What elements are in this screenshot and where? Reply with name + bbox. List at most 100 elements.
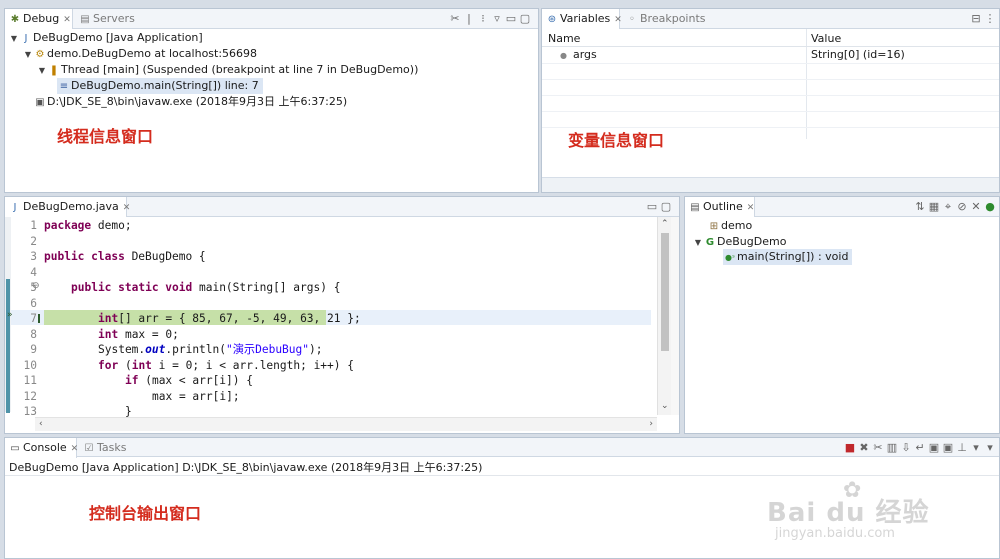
tree-item-stack-frame[interactable]: ≡ DeBugDemo.main(String[]) line: 7 [57,78,263,94]
debug-toolbar: ✂ | ⁝ ▿ ▭ ▢ [448,9,532,29]
scroll-lock-icon[interactable]: ⇩ [899,438,913,457]
tab-servers-label: Servers [93,12,135,25]
scroll-down-icon[interactable]: ⌄ [661,401,669,411]
variable-row-name[interactable]: ● args [560,47,597,64]
details-pane-divider[interactable] [542,177,999,192]
public-filter-icon[interactable]: ● [983,197,997,216]
variables-toolbar: ⊟ ⋮ [969,9,997,29]
close-icon[interactable]: ✕ [71,444,79,454]
code-line: 5 public static void main(String[] args) … [30,281,341,294]
tree-item-label: D:\JDK_SE_8\bin\javaw.exe (2018年9月3日 上午6… [47,95,348,108]
tab-variables[interactable]: ⊛ Variables ✕ [542,9,622,29]
view-menu-separator-icon: | [467,12,471,25]
code-area[interactable]: » ⊖ 1 package demo; 2 3 public class DeBug… [7,217,679,418]
scroll-left-icon[interactable]: ‹ [39,419,43,429]
remove-all-terminated-icon[interactable]: ✂ [871,438,885,457]
close-icon[interactable]: ✕ [123,203,131,213]
editor-horizontal-scrollbar[interactable]: ‹ › [35,417,657,431]
maximize-icon[interactable]: ▢ [518,9,532,28]
view-menu-icon[interactable]: ▿ [490,9,504,28]
display-console-icon[interactable]: ▾ [969,438,983,457]
column-header-name[interactable]: Name [548,31,580,47]
java-application-icon: J [24,33,28,44]
tab-debug-label: Debug [23,12,60,25]
tree-item-process[interactable]: ▣ D:\JDK_SE_8\bin\javaw.exe (2018年9月3日 上午… [23,94,347,110]
tab-outline[interactable]: ▤ Outline ✕ [685,197,755,217]
hide-fields-icon[interactable]: ▦ [927,197,941,216]
tab-breakpoints[interactable]: ◦ Breakpoints [622,9,712,29]
close-icon[interactable]: ✕ [63,15,71,25]
scrollbar-thumb[interactable] [661,233,669,351]
chevron-down-icon[interactable]: ▼ [9,31,19,47]
tree-item-launch[interactable]: ▼ J DeBugDemo [Java Application] [9,30,203,46]
hide-static-icon[interactable]: ⌖ [941,197,955,216]
editor-tab-label: DeBugDemo.java [23,200,119,213]
hide-nonpublic-icon[interactable]: ⊘ [955,197,969,216]
show-on-stderr-icon[interactable]: ▣ [941,438,955,457]
view-menu-icon[interactable]: ⋮ [983,9,997,28]
baidu-watermark: ✿ Bai du 经验 jingyan.baidu.com [767,476,967,546]
remove-launches-icon[interactable]: ✂ [448,9,462,28]
maximize-icon[interactable]: ▢ [659,197,673,216]
scroll-up-icon[interactable]: ⌃ [661,219,669,229]
remove-launch-icon[interactable]: ✖ [857,438,871,457]
debug-options-icon[interactable]: ⁝ [476,9,490,28]
tab-servers[interactable]: ▤ Servers [75,9,145,29]
tab-console[interactable]: ▭ Console ✕ [5,438,79,458]
tab-breakpoints-label: Breakpoints [640,12,706,25]
java-editor: J DeBugDemo.java ✕ ▭ ▢ » ⊖ 1 package demo; 2… [4,196,680,434]
code-line: 1 package demo; [30,219,132,232]
bug-icon: ✱ [10,14,20,25]
tab-console-label: Console [23,441,67,454]
tab-editor-file[interactable]: J DeBugDemo.java ✕ [5,197,130,217]
terminate-icon[interactable]: ■ [843,438,857,457]
local-variable-icon: ● [560,51,567,60]
code-line-current: 7 int[] arr = { 85, 67, -5, 49, 63, 21 }; [30,312,361,325]
close-icon[interactable]: ✕ [614,15,622,25]
column-header-value[interactable]: Value [811,31,841,47]
editor-tabbar: J DeBugDemo.java ✕ ▭ ▢ [5,197,679,217]
console-icon: ▭ [10,443,20,454]
word-wrap-icon[interactable]: ↵ [913,438,927,457]
minimize-icon[interactable]: ▭ [504,9,518,28]
outline-item-method[interactable]: ●ˢ main(String[]) : void [723,249,853,265]
outline-item-package[interactable]: ⊞ demo [707,218,752,234]
outline-item-class[interactable]: ▼ G DeBugDemo [693,234,787,251]
chevron-down-icon[interactable]: ▼ [37,63,47,79]
new-console-icon[interactable]: ▾ [983,438,997,457]
tree-item-target[interactable]: ▼ ⚙ demo.DeBugDemo at localhost:56698 [23,46,257,62]
pin-console-icon[interactable]: ⊥ [955,438,969,457]
scroll-right-icon[interactable]: › [649,419,653,429]
tab-tasks[interactable]: ☑ Tasks [79,438,139,458]
console-tabbar: ▭ Console ✕ ☑ Tasks ■ ✖ ✂ ▥ ⇩ ↵ ▣ ▣ ⊥ ▾ ▾ [5,438,999,458]
tree-item-thread[interactable]: ▼ ❚ Thread [main] (Suspended (breakpoint a… [37,62,418,78]
code-line: 3 public class DeBugDemo { [30,250,206,263]
tree-item-label: demo.DeBugDemo at localhost:56698 [47,47,258,60]
java-file-icon: J [13,202,17,213]
close-icon[interactable]: ✕ [747,203,755,213]
watermark-url: jingyan.baidu.com [775,526,895,541]
stack-frame-icon: ≡ [59,81,69,92]
collapse-all-icon[interactable]: ⊟ [969,9,983,28]
variables-tabbar: ⊛ Variables ✕ ◦ Breakpoints ⊟ ⋮ [542,9,999,29]
console-view: ▭ Console ✕ ☑ Tasks ■ ✖ ✂ ▥ ⇩ ↵ ▣ ▣ ⊥ ▾ ▾ DeBugDemo [… [4,437,1000,559]
code-line: 12 max = arr[i]; [23,389,240,403]
hide-local-types-icon[interactable]: ✕ [969,197,983,216]
variable-window-annotation: 变量信息窗口 [568,131,665,150]
overview-ruler [671,217,679,415]
minimize-icon[interactable]: ▭ [645,197,659,216]
chevron-down-icon[interactable]: ▼ [693,235,703,251]
show-on-stdout-icon[interactable]: ▣ [927,438,941,457]
debug-active-bar [6,279,10,413]
console-window-annotation: 控制台输出窗口 [89,504,202,523]
editor-vertical-scrollbar[interactable]: ⌃ ⌄ [657,217,671,415]
tree-item-label: DeBugDemo [Java Application] [33,31,203,44]
debug-tabbar: ✱ Debug ✕ ▤ Servers ✂ | ⁝ ▿ ▭ ▢ [5,9,538,29]
sort-icon[interactable]: ⇅ [913,197,927,216]
clear-console-icon[interactable]: ▥ [885,438,899,457]
package-icon: ⊞ [709,221,719,232]
chevron-down-icon[interactable]: ▼ [23,47,33,63]
tree-item-label: DeBugDemo.main(String[]) line: 7 [71,79,259,92]
code-line: 2 [30,234,37,248]
tab-debug[interactable]: ✱ Debug ✕ [5,9,73,29]
